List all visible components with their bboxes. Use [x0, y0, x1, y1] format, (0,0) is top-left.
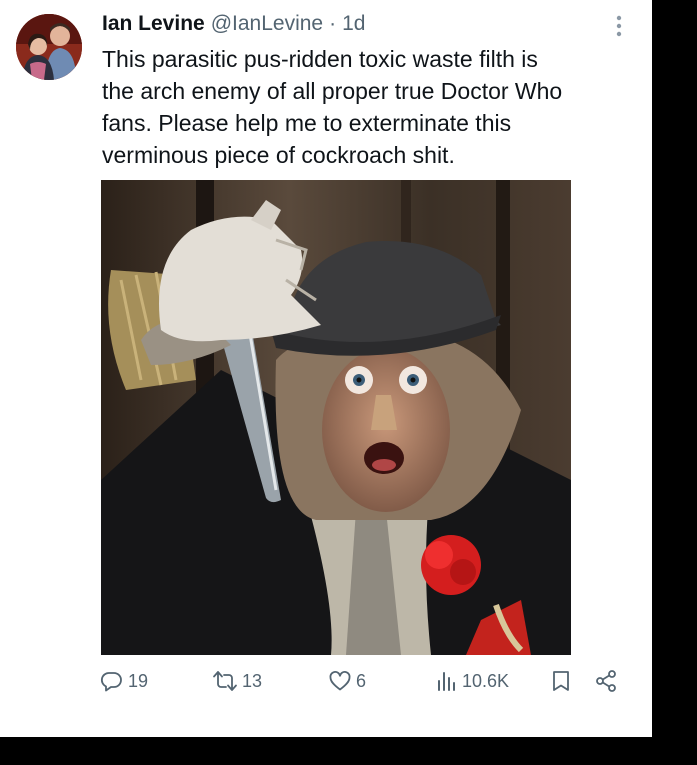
views-icon	[438, 672, 455, 691]
avatar[interactable]	[16, 14, 82, 80]
more-options-button[interactable]	[605, 10, 633, 42]
bookmark-button[interactable]	[550, 666, 572, 696]
view-count: 10.6K	[462, 670, 510, 691]
heart-icon	[329, 670, 351, 691]
reply-count: 19	[128, 670, 149, 691]
repost-button[interactable]: 13	[212, 666, 262, 696]
media-photo	[101, 180, 571, 655]
avatar-image	[16, 14, 82, 80]
share-button[interactable]	[594, 666, 618, 696]
tweet-text: This parasitic pus-ridden toxic waste fi…	[102, 46, 563, 168]
tweet-image[interactable]	[101, 180, 571, 655]
views-button[interactable]: 10.6K	[436, 666, 509, 696]
reply-icon	[100, 672, 122, 692]
repost-count: 13	[242, 670, 263, 691]
like-count: 6	[356, 670, 367, 691]
repost-icon	[213, 671, 237, 691]
bookmark-icon	[553, 671, 569, 691]
like-button[interactable]: 6	[328, 666, 366, 696]
more-vertical-icon	[616, 15, 622, 37]
tweet-card[interactable]: Ian Levine @IanLevine · 1d This parasiti…	[0, 0, 652, 737]
tweet-header: Ian Levine @IanLevine · 1d	[102, 11, 365, 37]
author-name[interactable]: Ian Levine	[102, 11, 205, 37]
share-icon	[596, 670, 616, 692]
header-separator: ·	[329, 12, 337, 35]
tweet-time[interactable]: 1d	[342, 11, 365, 37]
author-handle[interactable]: @IanLevine	[211, 11, 323, 37]
tweet-actions: 19 13 6 10.6K	[100, 666, 630, 696]
reply-button[interactable]: 19	[100, 666, 148, 696]
